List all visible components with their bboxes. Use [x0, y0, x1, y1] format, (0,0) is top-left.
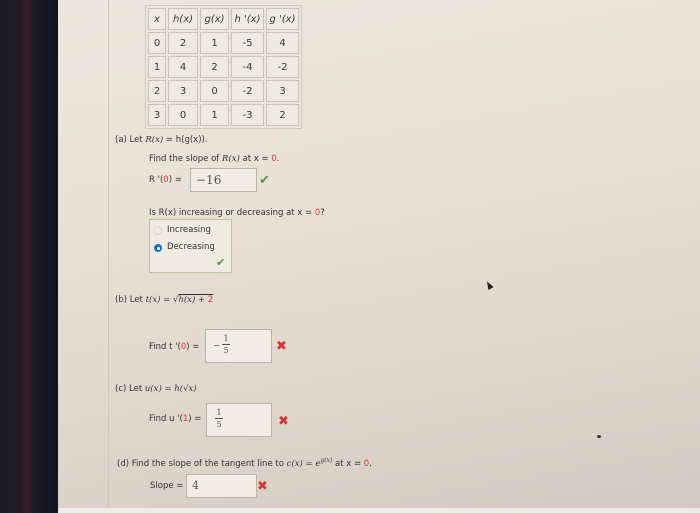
table-cell: 3: [266, 80, 299, 102]
table-header: h '(x): [231, 8, 264, 30]
table-cell: -4: [231, 56, 264, 78]
screen-speck: [597, 435, 601, 438]
table-header: h(x): [168, 8, 198, 30]
part-a-prompt: Find the slope of R(x) at x = 0.: [149, 154, 280, 164]
part-a-answer-input[interactable]: −16: [190, 168, 257, 192]
table-cell: 2: [200, 56, 229, 78]
table-cell: 0: [200, 80, 229, 102]
part-a-question2: Is R(x) increasing or decreasing at x = …: [149, 208, 325, 218]
table-header: g '(x): [266, 8, 299, 30]
radio-unselected-icon[interactable]: [153, 226, 162, 235]
table-cell: 4: [266, 32, 299, 54]
table-cell: 0: [168, 104, 198, 126]
radio-selected-icon[interactable]: [154, 244, 162, 252]
table-cell: 3: [168, 80, 198, 102]
slope-label: Slope =: [150, 481, 184, 491]
table-header: x: [148, 8, 166, 30]
table-cell: 2: [266, 104, 299, 126]
part-d-prompt: (d) Find the slope of the tangent line t…: [117, 457, 372, 469]
table-header: g(x): [200, 8, 229, 30]
check-icon: ✔: [216, 256, 226, 269]
monitor-bezel: [0, 0, 58, 513]
table-cell: 0: [148, 32, 166, 54]
table-cell: -2: [266, 56, 299, 78]
cross-icon: ✖: [257, 479, 268, 494]
part-b-definition: (b) Let t(x) = √h(x) + 2: [115, 295, 214, 305]
table-cell: 1: [200, 32, 229, 54]
part-b-find-label: Find t '(0) =: [149, 342, 200, 352]
table-cell: 2: [148, 80, 166, 102]
table-cell: -3: [231, 104, 264, 126]
part-c-find-label: Find u '(1) =: [149, 414, 202, 424]
part-b-answer-input[interactable]: − 1 5: [205, 329, 272, 363]
fraction: 1 5: [222, 334, 230, 355]
part-d-answer-input[interactable]: 4: [186, 474, 257, 498]
table-cell: 2: [168, 32, 198, 54]
table-cell: -2: [231, 80, 264, 102]
part-a-answer-label: R '(0) =: [149, 175, 182, 185]
fraction: 1 5: [215, 408, 223, 429]
table-row: 1 4 2 -4 -2: [148, 56, 299, 78]
table-row: 3 0 1 -3 2: [148, 104, 299, 126]
table-row: 0 2 1 -5 4: [148, 32, 299, 54]
table-cell: 1: [148, 56, 166, 78]
table-cell: -5: [231, 32, 264, 54]
cross-icon: ✖: [278, 414, 289, 429]
table-cell: 1: [200, 104, 229, 126]
table-row: 2 3 0 -2 3: [148, 80, 299, 102]
increasing-decreasing-radio-group: Increasing Decreasing ✔: [149, 219, 232, 273]
function-values-table: x h(x) g(x) h '(x) g '(x) 0 2 1 -5 4 1 4…: [145, 5, 302, 129]
part-a-definition: (a) Let R(x) = h(g(x)).: [115, 135, 208, 145]
table-cell: 3: [148, 104, 166, 126]
part-c-answer-input[interactable]: 1 5: [206, 403, 272, 437]
screen-bottom-edge: [58, 508, 700, 513]
cross-icon: ✖: [276, 339, 287, 354]
check-icon: ✔: [259, 173, 270, 188]
part-c-definition: (c) Let u(x) = h(√x): [115, 384, 197, 394]
table-cell: 4: [168, 56, 198, 78]
table-header-row: x h(x) g(x) h '(x) g '(x): [148, 8, 299, 30]
content-left-border: [108, 0, 109, 508]
